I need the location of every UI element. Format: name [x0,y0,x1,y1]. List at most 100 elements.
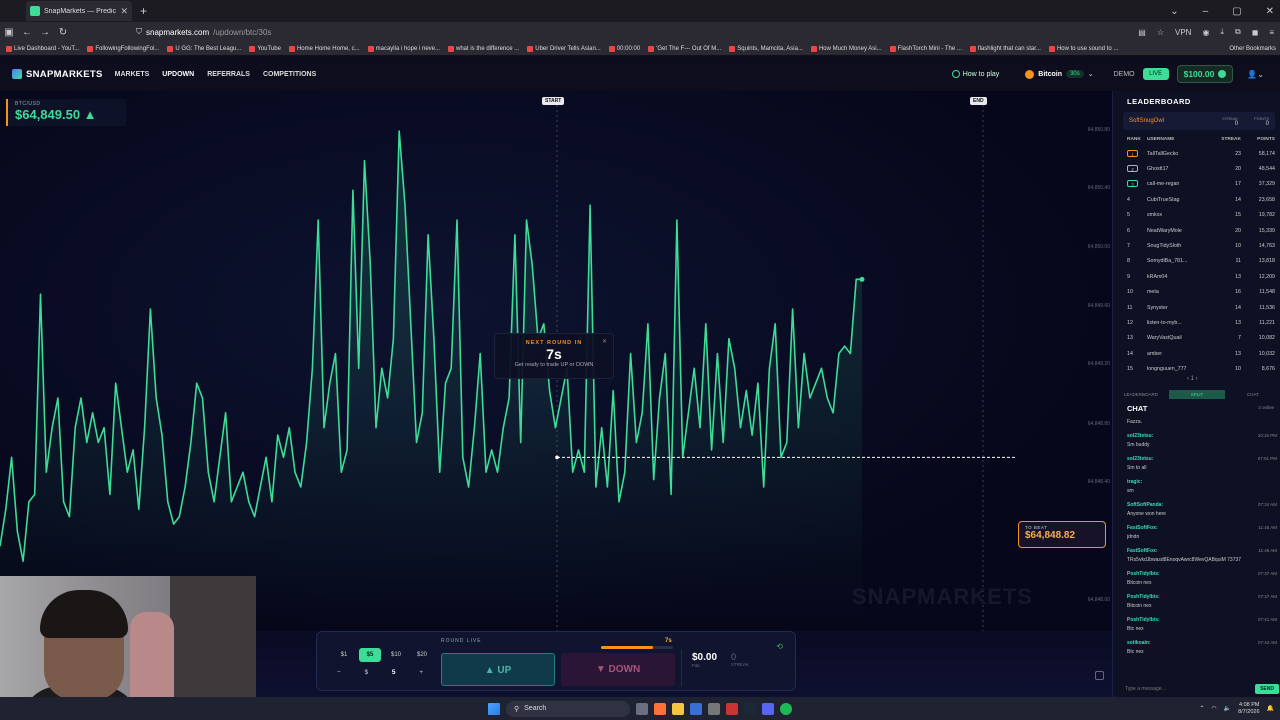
nav-competitions[interactable]: COMPETITIONS [263,71,316,78]
bookmark-item[interactable]: YouTube [249,45,281,52]
bookmark-item[interactable]: 00:00:00 [608,45,640,52]
close-tab-icon[interactable]: ✕ [120,6,128,17]
increase-button[interactable]: + [419,669,423,676]
bookmark-star-icon[interactable]: ☆ [1157,28,1164,37]
chrome-icon[interactable] [726,702,738,715]
chat-username[interactable]: FastSoftFox: [1127,548,1158,554]
menu-icon[interactable]: ≡ [1269,28,1274,37]
chat-username[interactable]: SoftSoftPanda: [1127,502,1163,508]
reload-icon[interactable]: ↻ [54,27,72,38]
bookmark-item[interactable]: FollowingFollowingFol... [87,45,159,52]
sidebar-toggle-icon[interactable]: ▣ [0,27,18,38]
vpn-badge[interactable]: VPN [1175,28,1191,37]
extensions-icon[interactable]: ⧉ [1235,27,1241,37]
volume-icon[interactable]: 🔈 [1224,705,1231,712]
firefox-icon[interactable] [654,702,666,715]
nav-markets[interactable]: MARKETS [115,71,150,78]
bookmark-item[interactable]: FlashTorch Mini - The ... [889,45,962,52]
maximize-icon[interactable]: ▢ [1232,6,1241,17]
task-view-icon[interactable] [636,702,648,715]
decrease-button[interactable]: − [337,669,341,676]
spotify-icon[interactable] [780,702,792,715]
leaderboard-row[interactable]: 14 amber 13 10,032 [1127,346,1275,361]
chat-username[interactable]: sotikoain: [1127,640,1151,646]
discord-icon[interactable] [762,702,774,715]
asset-selector[interactable]: Bitcoin 30s ⌄ [1019,66,1099,83]
leaderboard-row[interactable]: 9 kRAm04 13 12,209 [1127,269,1275,284]
wifi-icon[interactable]: ◠ [1211,705,1216,712]
bookmark-item[interactable]: Squints, Mamcita, Asia... [729,45,803,52]
browser-tab[interactable]: SnapMarkets — Predict the Ne ✕ [26,1,132,21]
tab-list-icon[interactable]: ⌄ [1170,6,1178,17]
leaderboard-row[interactable]: 13 WaryVastQuail 7 10,082 [1127,331,1275,346]
nav-updown[interactable]: UPDOWN [162,71,194,78]
bookmark-item[interactable]: How Much Money Asi... [810,45,882,52]
leaderboard-row[interactable]: 12 listen-to-myb... 13 11,221 [1127,315,1275,330]
capcut-icon[interactable] [708,702,720,715]
balance-button[interactable]: $100.00 [1176,65,1234,83]
chat-input[interactable]: Type a message... SEND [1121,683,1279,695]
amount-10-button[interactable]: $10 [385,648,407,662]
file-explorer-icon[interactable] [672,702,684,715]
up-button[interactable]: ▲ UP [441,653,555,686]
chat-username[interactable]: sol23tetsu: [1127,456,1153,462]
leaderboard-row[interactable]: 7 SnugTidySloth 10 14,763 [1127,238,1275,253]
clock[interactable]: 4:08 PM 8/7/2026 [1238,702,1259,716]
back-icon[interactable]: ← [18,27,36,38]
leaderboard-row[interactable]: 5 smkxx 15 19,782 [1127,208,1275,223]
brand-logo[interactable]: SNAPMARKETS [12,69,103,80]
chat-username[interactable]: sol23tetsu: [1127,433,1153,439]
nav-referrals[interactable]: REFERRALS [207,71,250,78]
forward-icon[interactable]: → [36,27,54,38]
steam-icon[interactable] [744,702,756,715]
tab-leaderboard[interactable]: LEADERBOARD [1113,390,1169,399]
bookmark-item[interactable]: macaylia i hope i neve... [367,45,440,52]
bookmark-item[interactable]: Uber Driver Tells Asian... [527,45,601,52]
panel-toggle-icon[interactable] [1095,671,1104,680]
leaderboard-row[interactable]: 1 TallTallGecko 23 58,174 [1127,146,1275,161]
leaderboard-row[interactable]: 10 meta 16 11,548 [1127,285,1275,300]
bookmark-item[interactable]: what is the difference ... [448,45,519,52]
download-icon[interactable]: ⤓ [1220,27,1224,37]
new-tab-button[interactable]: + [140,4,147,18]
down-button[interactable]: ▼ DOWN [561,653,675,686]
address-bar[interactable]: ⛉ snapmarkets.com/updown/btc/30s [136,27,271,37]
extension-icon[interactable]: ◼ [1252,28,1259,37]
leaderboard-pager[interactable]: ‹ 1 › [1187,376,1198,382]
minimize-icon[interactable]: – [1203,6,1209,17]
leaderboard-row[interactable]: 8 SomydiBa_781... 11 13,818 [1127,254,1275,269]
account-icon[interactable]: ◉ [1202,28,1209,37]
reader-icon[interactable]: ▤ [1138,28,1146,37]
notifications-icon[interactable]: 🔔 [1267,705,1274,712]
tab-split[interactable]: SPLIT [1169,390,1225,399]
start-icon[interactable] [488,702,500,715]
bookmark-item[interactable]: Home Home Home, c... [288,45,360,52]
leaderboard-row[interactable]: 3 call-me-regan 17 37,329 [1127,177,1275,192]
bookmark-item[interactable]: 'Get The F--- Out Of M... [648,45,721,52]
close-window-icon[interactable]: ✕ [1266,6,1274,17]
tab-chat[interactable]: CHAT [1225,390,1280,399]
edge-icon[interactable] [690,702,702,715]
tray-overflow-icon[interactable]: ⌃ [1199,705,1204,712]
chat-username[interactable]: PoshTidyIbis: [1127,617,1160,623]
bookmark-item[interactable]: How to use sound to ... [1048,45,1118,52]
leaderboard-row[interactable]: 2 Ghostt17 20 48,544 [1127,161,1275,176]
other-bookmarks[interactable]: Other Bookmarks [1229,42,1276,55]
leaderboard-row[interactable]: 4 CubiTrueStag 14 23,658 [1127,192,1275,207]
leaderboard-row[interactable]: 11 Synyster 14 11,536 [1127,300,1275,315]
demo-label[interactable]: DEMO [1114,71,1135,78]
amount-5-button[interactable]: $5 [359,648,381,662]
amount-1-button[interactable]: $1 [333,648,355,662]
chat-username[interactable]: PoshTidyIbis: [1127,571,1160,577]
close-icon[interactable]: ✕ [602,338,607,345]
share-icon[interactable]: ⟲ [776,642,783,651]
chat-username[interactable]: FastSoftFox: [1127,525,1158,531]
bookmark-item[interactable]: U GG: The Best Leagu... [167,45,241,52]
live-toggle[interactable]: LIVE [1142,68,1169,80]
user-menu-icon[interactable]: 👤⌄ [1247,70,1264,79]
bookmark-item[interactable]: Live Dashboard - YouT... [6,45,79,52]
amount-input[interactable]: 5 [392,669,396,676]
amount-20-button[interactable]: $20 [411,648,433,662]
leaderboard-row[interactable]: 15 longnguuen_777 10 8,676 [1127,361,1275,376]
leaderboard-row[interactable]: 6 NeatWaryMole 20 15,339 [1127,223,1275,238]
